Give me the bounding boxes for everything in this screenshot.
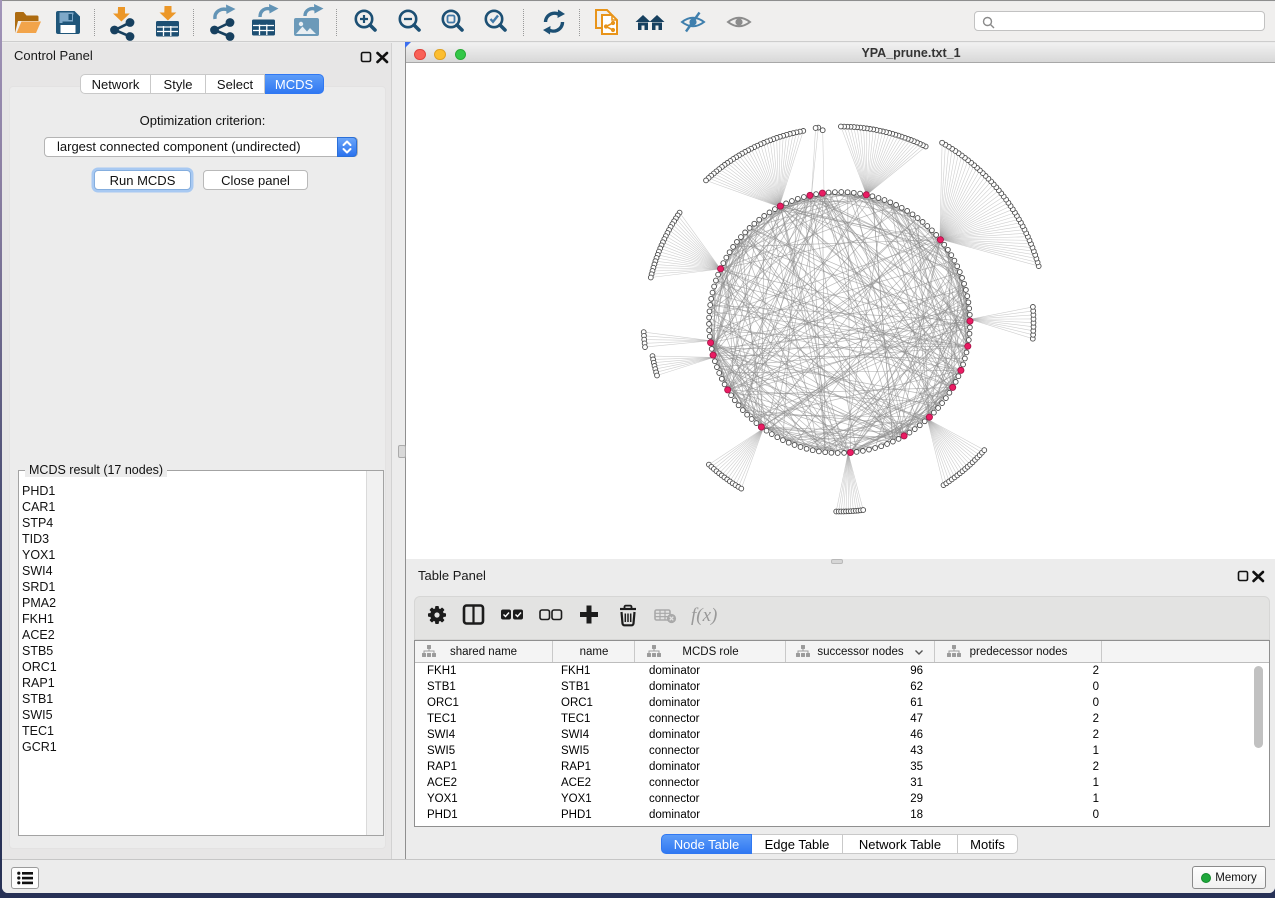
svg-text:f(x): f(x) bbox=[691, 605, 717, 626]
